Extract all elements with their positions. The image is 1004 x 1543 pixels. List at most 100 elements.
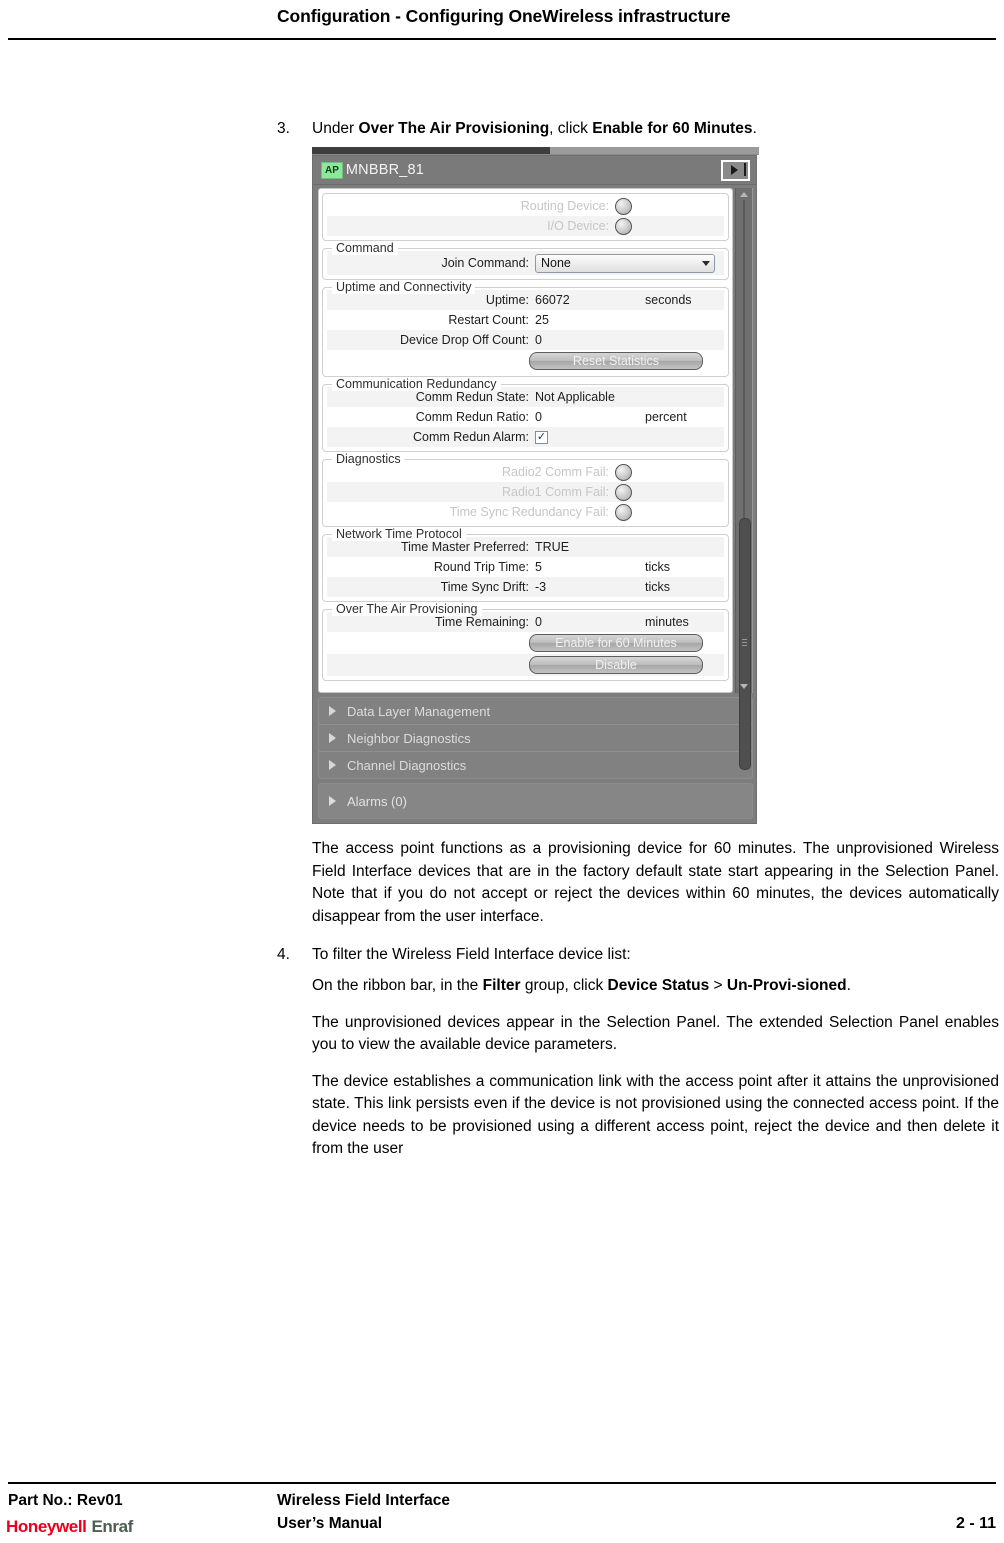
enable-for-60-minutes-button[interactable]: Enable for 60 Minutes (529, 634, 703, 652)
scrollbar-thumb[interactable] (739, 518, 751, 770)
section-channel-diagnostics[interactable]: Channel Diagnostics (319, 752, 752, 778)
collapsed-sections-group: Data Layer Management Neighbor Diagnosti… (318, 697, 753, 779)
filter-text-a: On the ribbon bar, in the (312, 977, 483, 994)
group-ntp-legend: Network Time Protocol (332, 527, 466, 541)
row-round-trip-time-unit: ticks (645, 560, 670, 574)
filter-bold-device-status: Device Status (607, 977, 710, 994)
step-3: 3. Under Over The Air Provisioning, clic… (277, 118, 999, 139)
row-time-remaining-value: 0 (535, 615, 542, 629)
step-4-number: 4. (277, 946, 290, 963)
step-3-number: 3. (277, 120, 290, 137)
row-round-trip-time-value: 5 (535, 560, 542, 574)
io-device-led-icon (615, 217, 632, 235)
group-device-type: Routing Device: I/O Device: (322, 193, 729, 241)
expand-bar-glyph (744, 162, 746, 176)
paragraph-unprovisioned: The unprovisioned devices appear in the … (312, 1013, 999, 1054)
row-io-device: I/O Device: (327, 216, 724, 236)
radio1-comm-fail-led-icon (615, 483, 632, 501)
group-communication-redundancy: Communication Redundancy Comm Redun Stat… (322, 377, 729, 452)
chevron-down-icon (702, 260, 710, 266)
row-comm-redun-alarm: Comm Redun Alarm: ✓ (327, 427, 724, 447)
row-device-drop-off-label: Device Drop Off Count: (400, 333, 529, 347)
row-round-trip-time-label: Round Trip Time: (433, 560, 529, 574)
group-uptime-connectivity: Uptime and Connectivity Uptime: 66072 se… (322, 280, 729, 377)
filter-text-c: group, click (520, 977, 608, 994)
scroll-up-icon[interactable] (740, 192, 748, 197)
section-data-layer-management[interactable]: Data Layer Management (319, 698, 752, 725)
row-time-sync-drift-value: -3 (535, 580, 547, 594)
group-diagnostics: Diagnostics Radio2 Comm Fail: Radio1 Com… (322, 452, 729, 527)
group-ota-legend: Over The Air Provisioning (332, 602, 482, 616)
group-command-legend: Command (332, 241, 398, 255)
row-time-remaining-label: Time Remaining: (434, 615, 529, 629)
section-channel-diagnostics-label: Channel Diagnostics (347, 757, 467, 773)
figure-ap-properties-screenshot: AP MNBBR_81 Routing Device: I/O Device: … (312, 147, 759, 824)
filter-text-e: . (846, 977, 851, 994)
row-comm-redun-state-label: Comm Redun State: (415, 390, 529, 404)
dialog-title-text: MNBBR_81 (345, 162, 425, 178)
row-time-sync-drift-unit: ticks (645, 580, 670, 594)
section-alarms-label: Alarms (0) (347, 793, 407, 809)
row-comm-redun-alarm-label: Comm Redun Alarm: (412, 430, 529, 444)
row-radio2-comm-fail-label: Radio2 Comm Fail: (502, 465, 609, 479)
row-comm-redun-ratio-label: Comm Redun Ratio: (415, 410, 529, 424)
step-3-text-d: . (752, 120, 757, 137)
step-3-text-a: Under (312, 120, 359, 137)
row-time-master-preferred-value: TRUE (535, 540, 570, 554)
radio2-comm-fail-led-icon (615, 463, 632, 481)
reset-statistics-button[interactable]: Reset Statistics (529, 352, 703, 370)
paragraph-comm-link: The device establishes a communication l… (312, 1072, 999, 1158)
join-command-value: None (541, 256, 571, 270)
step-3-bold-enable-60: Enable for 60 Minutes (592, 120, 753, 137)
section-alarms[interactable]: Alarms (0) (318, 783, 753, 819)
step-4: 4. To filter the Wireless Field Interfac… (277, 944, 999, 965)
honeywell-wordmark: Honeywell (6, 1517, 87, 1536)
paragraph-filter-instruction: On the ribbon bar, in the Filter group, … (312, 975, 999, 998)
row-round-trip-time: Round Trip Time: 5 ticks (327, 557, 724, 577)
group-comm-redundancy-legend: Communication Redundancy (332, 377, 501, 391)
footer-page-number: 2 - 11 (955, 1515, 996, 1532)
header-divider (8, 38, 996, 40)
filter-bold-unprovisioned: Un-Provi-sioned (726, 977, 847, 994)
filter-bold-filter: Filter (482, 977, 521, 994)
row-uptime-label: Uptime: (485, 293, 529, 307)
properties-scroll-panel: Routing Device: I/O Device: Command Join… (318, 188, 733, 693)
footer-manual-title: Wireless Field Interface (277, 1492, 451, 1509)
page-header: Configuration - Configuring OneWireless … (0, 0, 1004, 40)
chevron-right-icon (329, 733, 336, 743)
row-comm-redun-state-value: Not Applicable (535, 390, 615, 404)
comm-redun-alarm-checkbox[interactable]: ✓ (535, 430, 548, 444)
row-io-device-label: I/O Device: (547, 219, 609, 233)
row-radio1-comm-fail: Radio1 Comm Fail: (327, 482, 724, 502)
section-neighbor-diagnostics[interactable]: Neighbor Diagnostics (319, 725, 752, 752)
row-comm-redun-ratio-value: 0 (535, 410, 542, 424)
dialog-title-bar: AP MNBBR_81 (313, 156, 756, 185)
properties-vertical-scrollbar[interactable] (735, 188, 753, 770)
honeywell-enraf-logo: Honeywell Enraf (6, 1517, 133, 1537)
group-diagnostics-legend: Diagnostics (332, 452, 405, 466)
disable-button[interactable]: Disable (529, 656, 703, 674)
group-uptime-legend: Uptime and Connectivity (332, 280, 476, 294)
page-title: Configuration - Configuring OneWireless … (277, 6, 731, 26)
row-reset-statistics: Reset Statistics (327, 350, 724, 372)
chevron-right-icon (329, 706, 336, 716)
window-top-strip (312, 147, 759, 155)
section-data-layer-management-label: Data Layer Management (347, 703, 491, 719)
step-3-text-c: , click (549, 120, 593, 137)
expand-right-icon[interactable] (721, 159, 750, 181)
content-column: 3. Under Over The Air Provisioning, clic… (277, 118, 999, 1161)
row-time-remaining-unit: minutes (645, 615, 689, 629)
filter-text-d: > (709, 977, 727, 994)
step-4-text: To filter the Wireless Field Interface d… (312, 946, 631, 963)
row-time-sync-drift: Time Sync Drift: -3 ticks (327, 577, 724, 597)
scroll-down-icon[interactable] (740, 684, 748, 689)
row-restart-count-value: 25 (535, 313, 549, 327)
group-over-the-air-provisioning: Over The Air Provisioning Time Remaining… (322, 602, 729, 681)
chevron-right-icon (329, 760, 336, 770)
row-restart-count: Restart Count: 25 (327, 310, 724, 330)
footer-divider (8, 1482, 996, 1484)
row-uptime-unit: seconds (645, 293, 692, 307)
join-command-combobox[interactable]: None (535, 253, 715, 273)
ap-badge: AP (321, 161, 343, 179)
step-3-bold-over-the-air: Over The Air Provisioning (358, 120, 550, 137)
